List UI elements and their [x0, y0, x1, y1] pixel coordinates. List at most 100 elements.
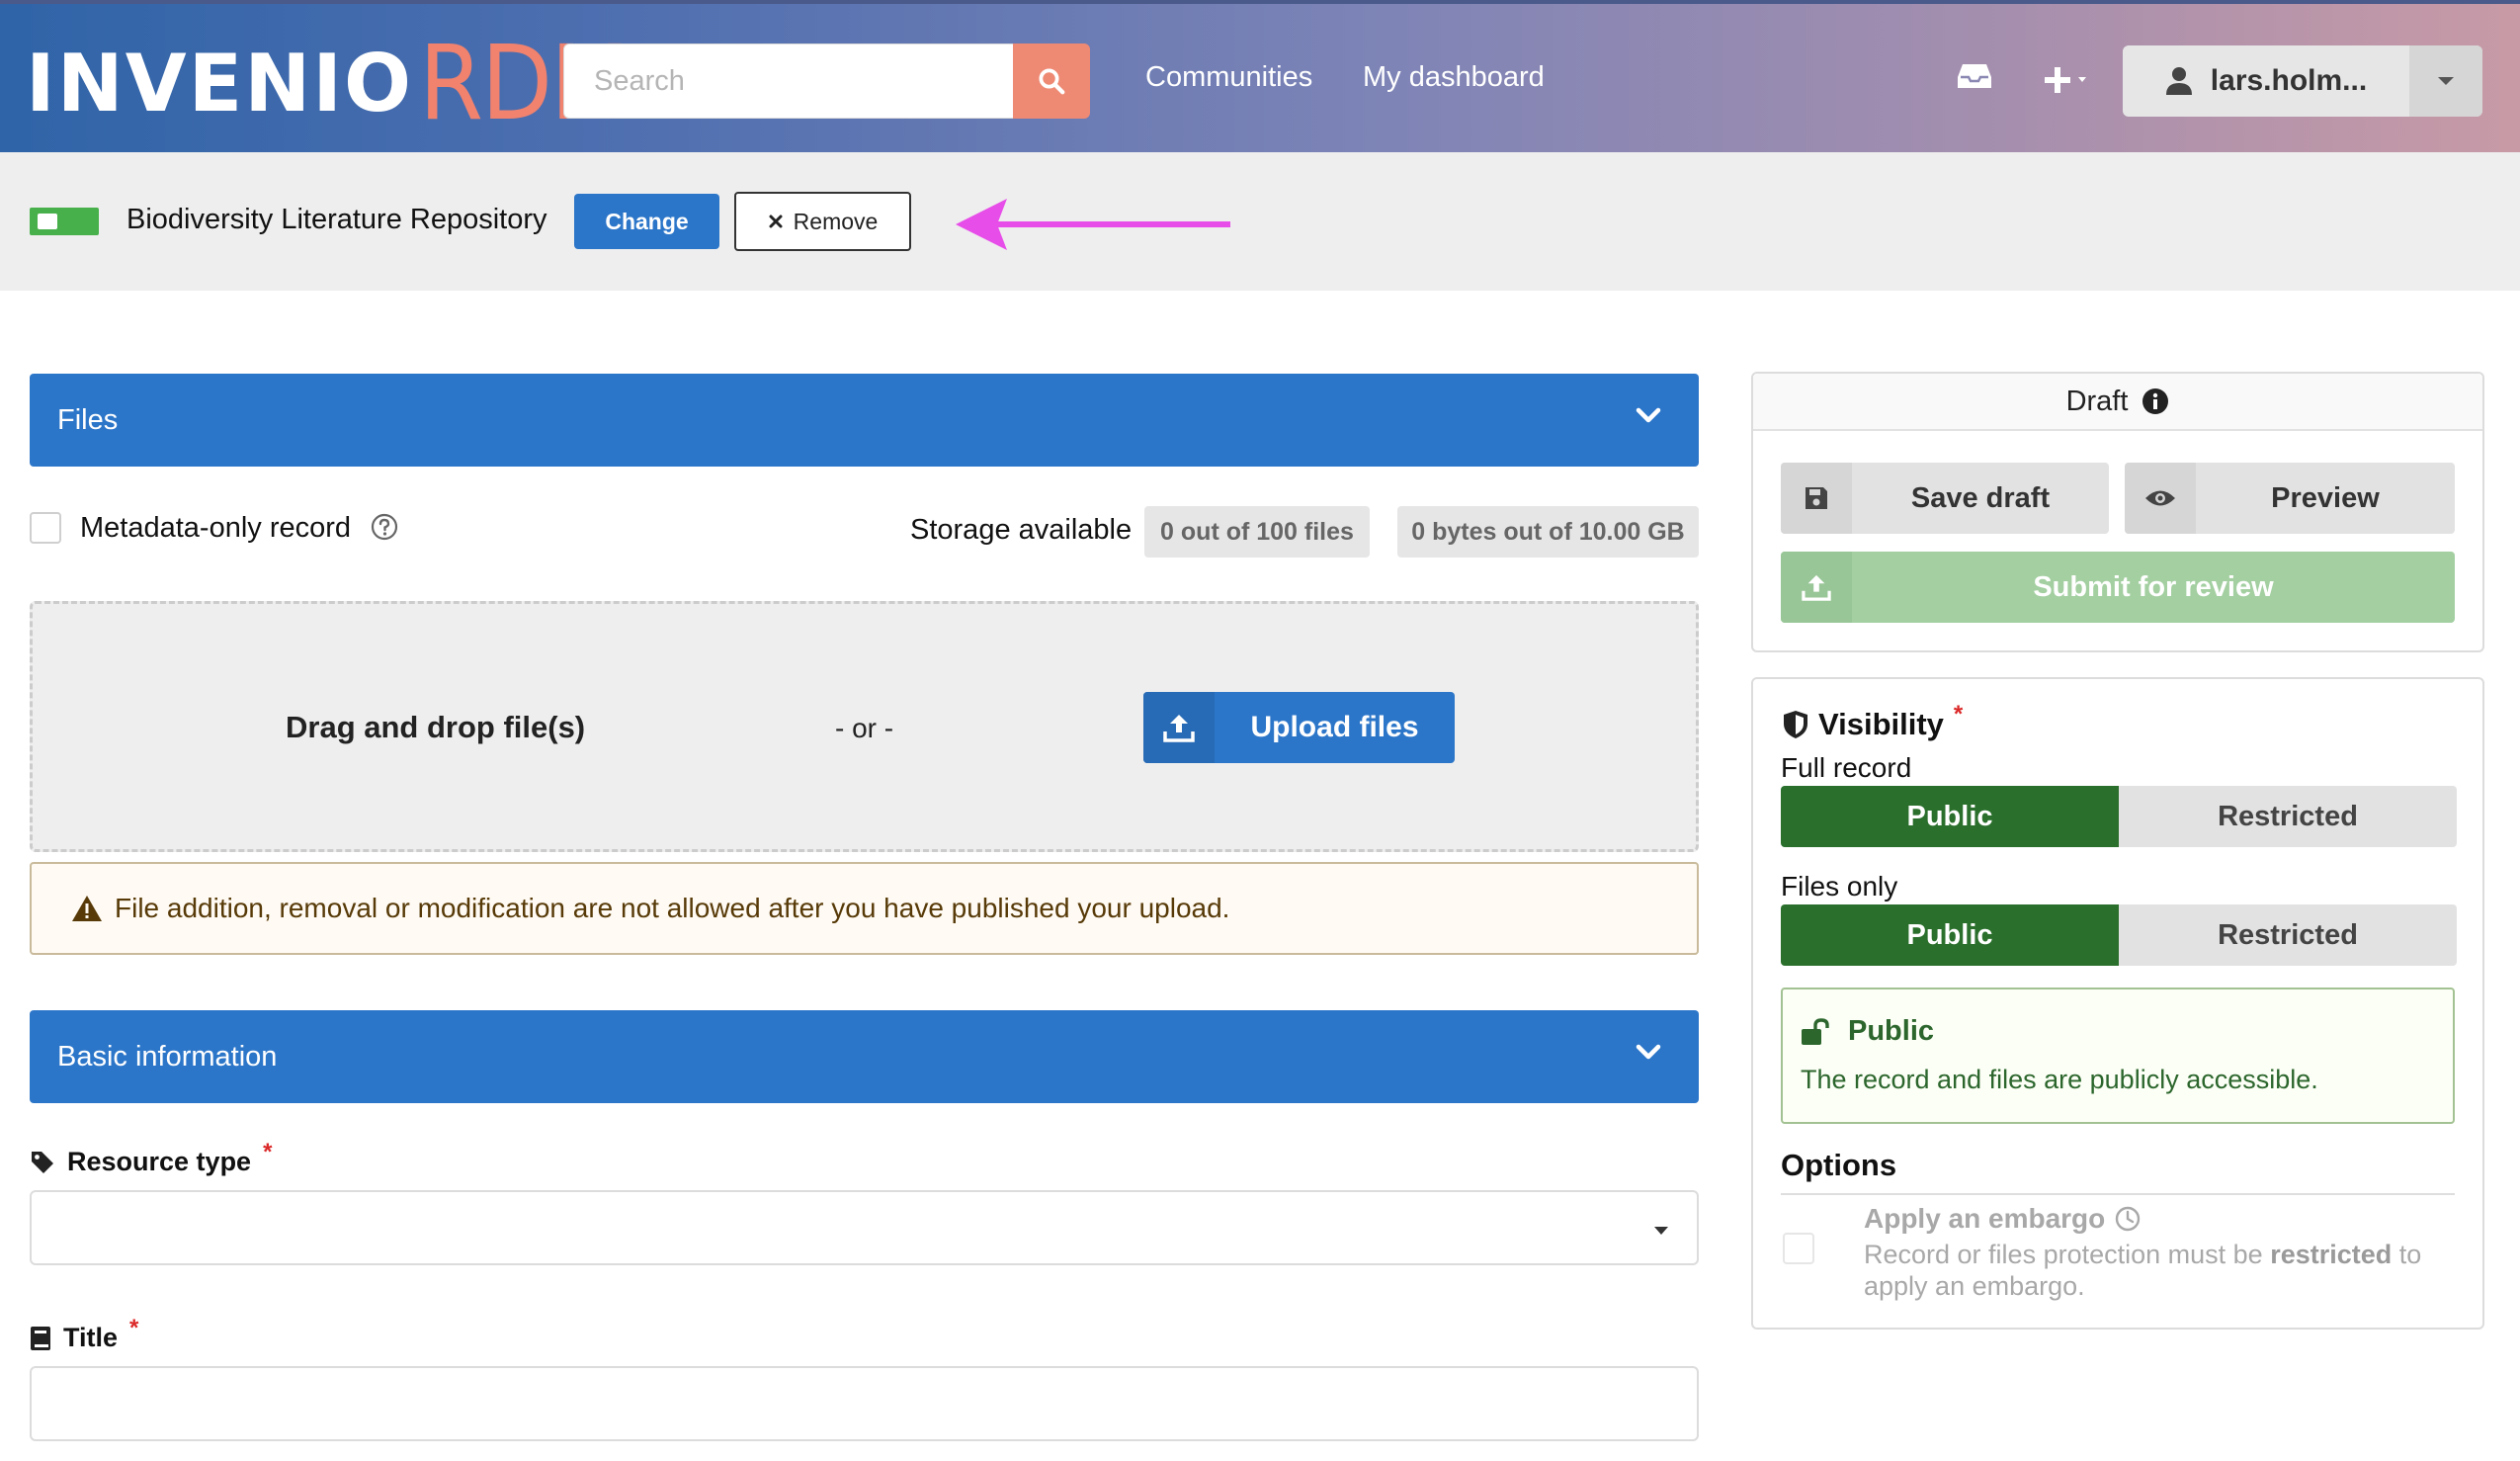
embargo-checkbox[interactable]	[1783, 1233, 1814, 1264]
visibility-card: Visibility * Full record Public Restrict…	[1751, 677, 2484, 1330]
dropzone-or-text: - or -	[835, 713, 894, 743]
resource-type-text: Resource type	[67, 1147, 252, 1176]
required-asterisk: *	[263, 1138, 273, 1165]
upload-icon-wrap	[1143, 692, 1215, 763]
metadata-only-checkbox[interactable]	[30, 512, 61, 544]
remove-community-button[interactable]: Remove	[734, 192, 911, 251]
help-icon[interactable]	[370, 512, 399, 542]
submit-for-review-label: Submit for review	[2033, 570, 2274, 603]
save-icon-wrap	[1781, 463, 1852, 534]
upload-icon	[1163, 715, 1195, 742]
full-record-public-option[interactable]: Public	[1781, 786, 2119, 847]
storage-available-label: Storage available	[910, 514, 1133, 546]
inbox-button[interactable]	[1957, 61, 1992, 96]
invenio-rdm-logo[interactable]: INVENIO RDM	[26, 23, 630, 143]
submit-for-review-button[interactable]: Submit for review	[1781, 552, 2455, 623]
logo-text-invenio: INVENIO	[26, 37, 414, 129]
preview-label: Preview	[2271, 481, 2380, 514]
full-record-access-toggle: Public Restricted	[1781, 786, 2457, 847]
files-only-label: Files only	[1781, 871, 1898, 902]
save-draft-button[interactable]: Save draft	[1781, 463, 2109, 534]
file-dropzone[interactable]: Drag and drop file(s) - or - Upload file…	[30, 601, 1699, 852]
top-header: INVENIO RDM Communities My dashboard	[0, 0, 2520, 152]
info-icon[interactable]	[2142, 387, 2169, 415]
required-asterisk: *	[1953, 701, 1964, 728]
preview-button[interactable]: Preview	[2125, 463, 2455, 534]
community-name: Biodiversity Literature Repository	[126, 204, 547, 235]
eye-icon	[2145, 490, 2175, 506]
eye-icon-wrap	[2125, 463, 2196, 534]
upload-files-button[interactable]: Upload files	[1143, 692, 1455, 763]
user-icon	[2165, 67, 2192, 95]
files-only-access-toggle: Public Restricted	[1781, 904, 2457, 966]
create-new-button[interactable]	[2042, 65, 2095, 100]
files-section-title: Files	[57, 403, 119, 436]
book-icon	[31, 1326, 50, 1350]
search-button[interactable]	[1013, 43, 1090, 119]
access-status-title-text: Public	[1848, 1015, 1935, 1047]
upload-icon	[1802, 574, 1831, 601]
community-bar: Biodiversity Literature Repository Chang…	[0, 152, 2520, 291]
embargo-desc-part-1: Record or files protection must be	[1864, 1240, 2271, 1269]
access-status-title: Public	[1801, 1015, 1934, 1048]
change-community-button[interactable]: Change	[574, 194, 719, 249]
options-title: Options	[1781, 1148, 1897, 1182]
options-divider	[1781, 1193, 2455, 1195]
title-input[interactable]	[30, 1366, 1699, 1441]
embargo-title: Apply an embargo	[1864, 1203, 2141, 1235]
embargo-desc-bold: restricted	[2270, 1240, 2393, 1269]
embargo-title-text: Apply an embargo	[1864, 1203, 2106, 1234]
chevron-down-icon	[1636, 1044, 1661, 1060]
community-logo	[30, 208, 99, 235]
access-status-description: The record and files are publicly access…	[1801, 1065, 2318, 1094]
user-name: lars.holm...	[2210, 64, 2368, 97]
file-modification-warning: File addition, removal or modification a…	[30, 862, 1699, 955]
files-accordion-header[interactable]: Files	[30, 374, 1699, 467]
shield-icon	[1784, 711, 1807, 738]
upload-icon-wrap	[1781, 552, 1852, 623]
full-record-restricted-option[interactable]: Restricted	[2119, 786, 2457, 847]
save-draft-label: Save draft	[1910, 481, 2051, 514]
files-only-restricted-option[interactable]: Restricted	[2119, 904, 2457, 966]
required-asterisk: *	[129, 1314, 139, 1341]
title-label: Title *	[30, 1315, 138, 1353]
save-icon	[1806, 487, 1827, 509]
remove-label: Remove	[793, 208, 879, 234]
user-menu-toggle[interactable]	[2409, 45, 2482, 117]
clock-icon	[2116, 1206, 2141, 1232]
storage-size-badge: 0 bytes out of 10.00 GB	[1397, 506, 1699, 558]
dropzone-text: Drag and drop file(s)	[286, 710, 586, 744]
files-only-public-option[interactable]: Public	[1781, 904, 2119, 966]
embargo-description: Record or files protection must be restr…	[1864, 1239, 2457, 1302]
full-record-label: Full record	[1781, 752, 1912, 783]
search-input[interactable]	[563, 43, 1013, 119]
caret-down-icon	[1654, 1227, 1668, 1235]
visibility-title: Visibility *	[1783, 701, 1963, 742]
tag-icon	[32, 1151, 53, 1173]
inbox-icon	[1958, 64, 1991, 88]
close-icon	[769, 215, 783, 228]
basic-information-title: Basic information	[57, 1040, 278, 1073]
resource-type-select[interactable]	[30, 1190, 1699, 1265]
warning-icon	[72, 896, 102, 921]
files-count-badge: 0 out of 100 files	[1144, 506, 1370, 558]
draft-status-header: Draft	[1753, 374, 2482, 431]
search-bar	[563, 43, 1090, 119]
resource-type-label: Resource type *	[30, 1139, 272, 1177]
draft-actions-card: Draft Save draft Preview Submit for revi…	[1751, 372, 2484, 652]
metadata-only-label: Metadata-only record	[80, 512, 352, 544]
plus-icon	[2045, 67, 2086, 93]
upload-files-label: Upload files	[1250, 711, 1419, 743]
nav-my-dashboard[interactable]: My dashboard	[1363, 61, 1545, 94]
warning-text: File addition, removal or modification a…	[115, 893, 1230, 923]
nav-communities[interactable]: Communities	[1145, 61, 1312, 94]
user-menu-button[interactable]: lars.holm...	[2123, 45, 2482, 117]
visibility-title-text: Visibility	[1818, 707, 1944, 741]
search-icon	[1039, 68, 1065, 95]
caret-down-icon	[2438, 77, 2454, 85]
basic-information-accordion-header[interactable]: Basic information	[30, 1010, 1699, 1103]
annotation-arrow-icon	[956, 199, 1230, 250]
unlock-icon	[1802, 1017, 1829, 1045]
access-status-message: Public The record and files are publicly…	[1781, 988, 2455, 1124]
user-menu-main[interactable]: lars.holm...	[2123, 45, 2409, 117]
